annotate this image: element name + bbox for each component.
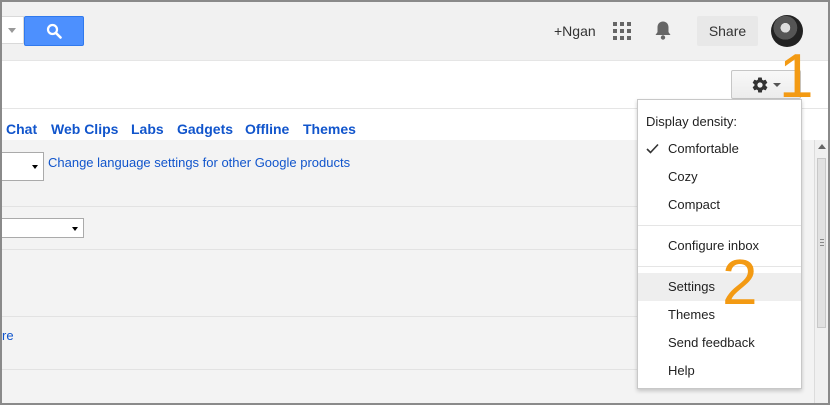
gear-icon bbox=[752, 76, 768, 93]
menu-item-send-feedback[interactable]: Send feedback bbox=[638, 329, 801, 357]
tab-chat[interactable]: Chat bbox=[6, 121, 37, 137]
grip-line bbox=[820, 239, 824, 240]
caret-down-icon bbox=[72, 227, 78, 231]
display-density-heading: Display density: bbox=[646, 114, 738, 129]
google-plus-user-link[interactable]: +Ngan bbox=[554, 23, 596, 39]
menu-item-cozy[interactable]: Cozy bbox=[638, 163, 801, 191]
annotation-number-2: 2 bbox=[722, 246, 758, 318]
tab-offline[interactable]: Offline bbox=[245, 121, 289, 137]
language-settings-link[interactable]: Change language settings for other Googl… bbox=[48, 155, 350, 170]
divider bbox=[2, 206, 642, 207]
settings-dropdown-menu: Display density: Comfortable Cozy Compac… bbox=[637, 99, 802, 389]
caret-down-icon bbox=[8, 28, 16, 33]
scroll-up-arrow-icon[interactable] bbox=[818, 144, 826, 149]
menu-item-label: Themes bbox=[668, 307, 715, 322]
tab-gadgets[interactable]: Gadgets bbox=[177, 121, 233, 137]
menu-item-configure-inbox[interactable]: Configure inbox bbox=[638, 232, 801, 260]
grip-line bbox=[820, 245, 824, 246]
search-options-dropdown[interactable] bbox=[2, 16, 24, 44]
divider bbox=[2, 249, 642, 250]
search-icon bbox=[46, 23, 62, 39]
caret-down-icon bbox=[32, 165, 38, 169]
menu-separator bbox=[638, 266, 801, 267]
tab-themes[interactable]: Themes bbox=[303, 121, 356, 137]
menu-item-label: Comfortable bbox=[668, 141, 739, 156]
search-button[interactable] bbox=[24, 16, 84, 46]
menu-item-comfortable[interactable]: Comfortable bbox=[638, 135, 801, 163]
window-frame: +Ngan Share Chat Web Clips Labs Gadgets … bbox=[0, 0, 830, 405]
menu-item-settings[interactable]: Settings bbox=[638, 273, 801, 301]
apps-grid-icon[interactable] bbox=[613, 22, 631, 40]
tab-labs[interactable]: Labs bbox=[131, 121, 164, 137]
menu-item-help[interactable]: Help bbox=[638, 357, 801, 385]
menu-item-label: Cozy bbox=[668, 169, 698, 184]
menu-item-themes[interactable]: Themes bbox=[638, 301, 801, 329]
menu-separator bbox=[638, 225, 801, 226]
divider bbox=[2, 369, 642, 370]
tab-web-clips[interactable]: Web Clips bbox=[51, 121, 118, 137]
top-bar: +Ngan Share bbox=[2, 2, 828, 61]
menu-item-label: Settings bbox=[668, 279, 715, 294]
setting-select[interactable] bbox=[2, 218, 84, 238]
menu-item-compact[interactable]: Compact bbox=[638, 191, 801, 219]
menu-item-label: Send feedback bbox=[668, 335, 755, 350]
language-select[interactable] bbox=[2, 152, 44, 181]
menu-item-label: Compact bbox=[668, 197, 721, 212]
menu-item-label: Help bbox=[668, 363, 695, 378]
share-button[interactable]: Share bbox=[697, 16, 758, 46]
bell-icon[interactable] bbox=[654, 20, 672, 41]
divider bbox=[2, 316, 642, 317]
grip-line bbox=[820, 242, 824, 243]
vertical-scrollbar[interactable] bbox=[814, 140, 828, 403]
scrollbar-thumb[interactable] bbox=[817, 158, 826, 328]
checkmark-icon bbox=[646, 143, 659, 154]
annotation-number-1: 1 bbox=[779, 42, 814, 111]
learn-more-link[interactable]: re bbox=[2, 328, 14, 343]
